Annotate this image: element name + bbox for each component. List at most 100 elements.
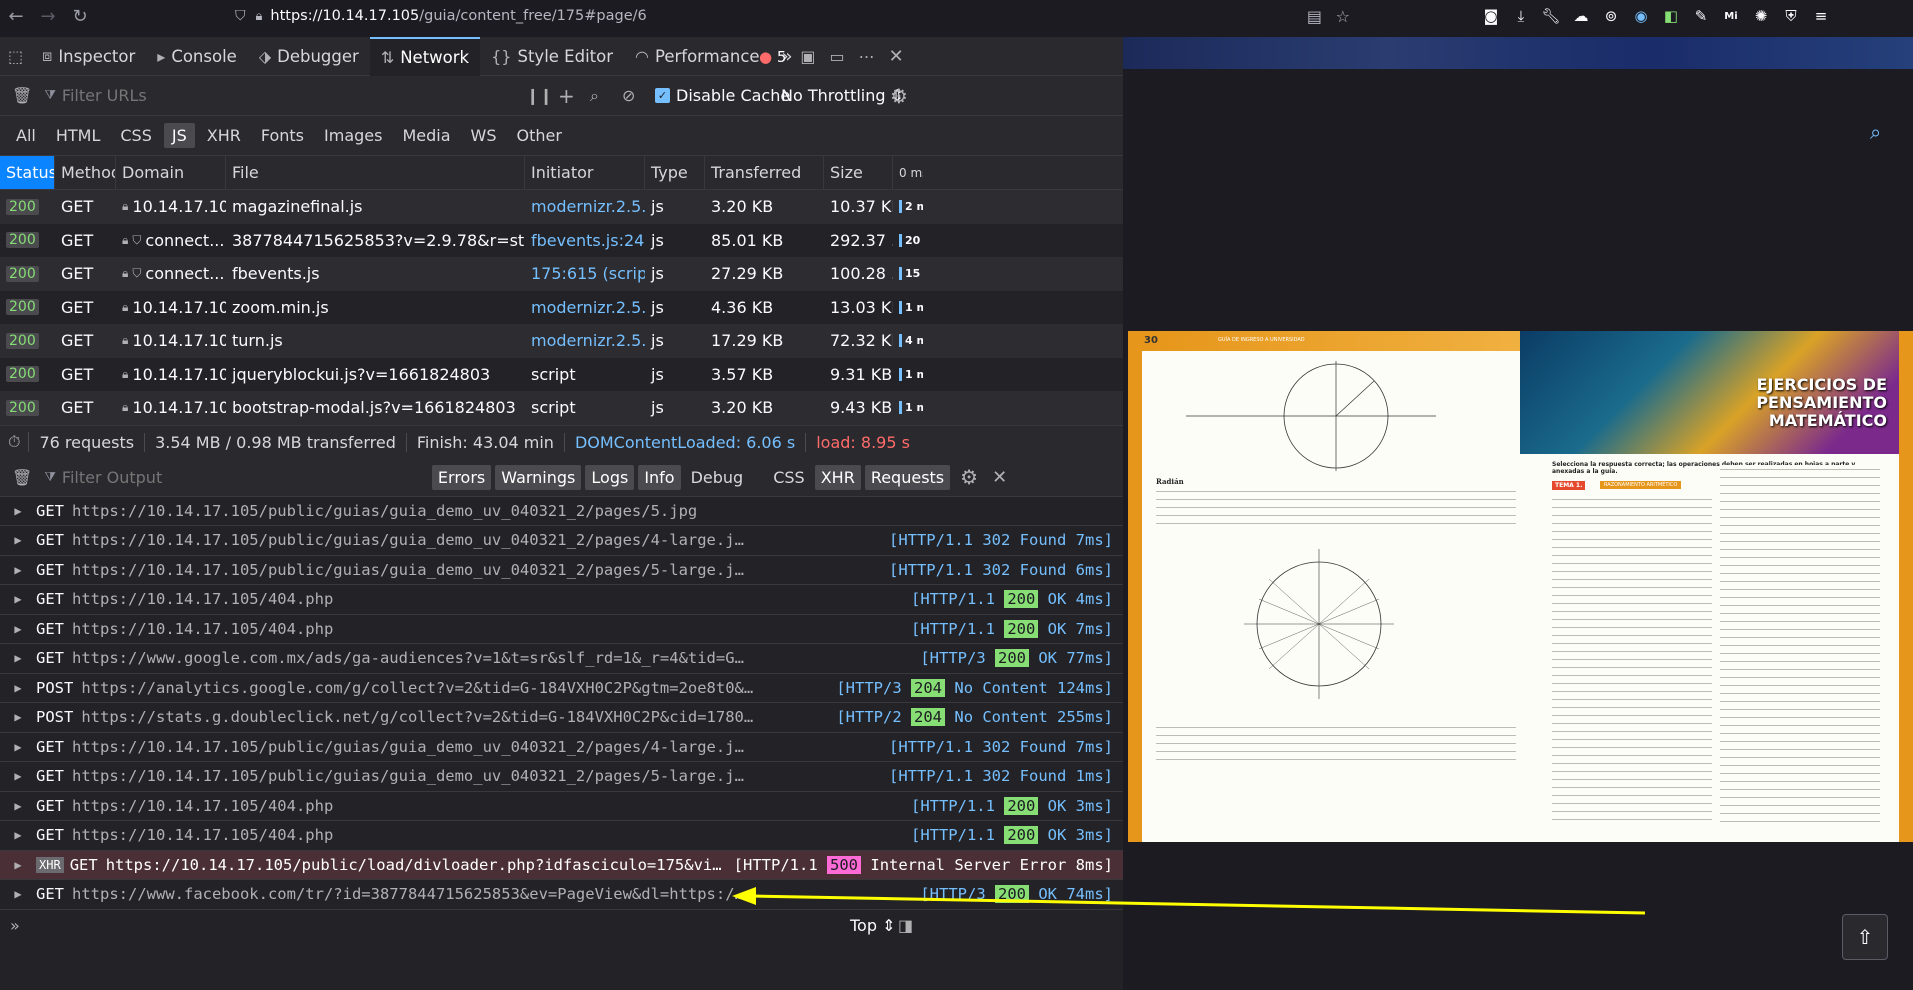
console-filter-logs[interactable]: Logs <box>585 464 635 490</box>
log-url[interactable]: https://10.14.17.105/public/guias/guia_d… <box>72 767 752 785</box>
console-filter-css[interactable]: CSS <box>767 465 810 490</box>
expand-icon[interactable]: ▶ <box>0 887 36 901</box>
console-settings-icon[interactable]: ⚙ <box>960 465 978 489</box>
log-url[interactable]: https://10.14.17.105/public/guias/guia_d… <box>72 531 752 549</box>
table-row[interactable]: 200 GET 🔒︎10.14.17.105 bootstrap-modal.js?v… <box>0 391 1123 425</box>
tab-console[interactable]: ▸ Console <box>146 37 248 76</box>
menu-icon[interactable]: ≡ <box>1810 5 1832 27</box>
log-url[interactable]: https://10.14.17.105/404.php <box>72 826 333 844</box>
console-log-row[interactable]: ▶ GET https://10.14.17.105/public/guias/gu… <box>0 526 1123 556</box>
console-input[interactable]: » Top ⇕ ◨ <box>0 910 1123 942</box>
console-log-row[interactable]: ▶ GET https://www.google.com.mx/ads/ga-aud… <box>0 644 1123 674</box>
download-icon[interactable]: ⤓ <box>1510 5 1532 27</box>
block-icon[interactable]: ⊘ <box>622 86 635 105</box>
type-filter-css[interactable]: CSS <box>112 123 159 148</box>
zoom-icon[interactable]: ⌕ <box>1870 120 1881 144</box>
log-url[interactable]: https://10.14.17.105/404.php <box>72 620 333 638</box>
network-settings-icon[interactable]: ⚙ <box>890 84 908 108</box>
console-filter-xhr[interactable]: XHR <box>814 464 861 490</box>
initiator-cell[interactable]: modernizr.2.5.3.... <box>525 190 645 224</box>
console-filter-requests[interactable]: Requests <box>864 464 951 490</box>
console-log-row[interactable]: ▶ GET https://10.14.17.105/404.php [HTTP/1.… <box>0 792 1123 821</box>
extension-icon[interactable]: ◉ <box>1630 5 1652 27</box>
table-row[interactable]: 200 GET 🔒︎10.14.17.105 magazinefinal.js mode… <box>0 190 1123 224</box>
type-filter-images[interactable]: Images <box>316 123 390 148</box>
console-log-row[interactable]: ▶ POST https://stats.g.doubleclick.net/g/c… <box>0 703 1123 733</box>
column-size[interactable]: Size <box>824 156 893 189</box>
tracking-shield-icon[interactable]: ⛉ <box>235 8 246 24</box>
table-row[interactable]: 200 GET 🔒︎10.14.17.105 zoom.min.js modernizr… <box>0 291 1123 325</box>
pause-icon[interactable]: ❙❙ <box>526 86 553 105</box>
mi-icon[interactable]: Mi <box>1720 5 1742 27</box>
expand-icon[interactable]: ▶ <box>0 504 36 518</box>
pocket-icon[interactable]: ◙ <box>1480 5 1502 27</box>
tab-style-editor[interactable]: {} Style Editor <box>480 37 624 76</box>
console-filter-debug[interactable]: Debug <box>685 465 750 490</box>
console-filter-info[interactable]: Info <box>638 464 681 490</box>
log-url[interactable]: https://10.14.17.105/404.php <box>72 590 333 608</box>
console-log-row[interactable]: ▶ GET https://10.14.17.105/404.php [HTTP/1.… <box>0 585 1123 615</box>
expand-icon[interactable]: ▶ <box>0 710 36 724</box>
reader-view-icon[interactable]: ▤ <box>1307 7 1322 26</box>
type-filter-xhr[interactable]: XHR <box>199 123 249 148</box>
tab-performance[interactable]: ◠ Performance <box>624 37 771 76</box>
clear-console-icon[interactable]: 🗑︎ <box>12 468 32 487</box>
scroll-position-select[interactable]: Top ⇕ <box>850 916 896 935</box>
expand-icon[interactable]: ▶ <box>0 681 36 695</box>
column-transferred[interactable]: Transferred <box>705 156 824 189</box>
type-filter-ws[interactable]: WS <box>463 123 505 148</box>
disable-cache-checkbox[interactable]: ✓ Disable Cache <box>655 86 790 105</box>
tab-network[interactable]: ⇅ Network <box>369 36 481 76</box>
console-log-row[interactable]: ▶ GET https://10.14.17.105/404.php [HTTP/1.… <box>0 615 1123 644</box>
expand-icon[interactable]: ▶ <box>0 651 36 665</box>
error-count-badge[interactable]: ● 5 <box>759 48 786 66</box>
column-waterfall[interactable]: 0 ms <box>893 156 923 189</box>
expand-icon[interactable]: ▶ <box>0 799 36 813</box>
log-url[interactable]: https://www.facebook.com/tr/?id=38778447… <box>72 885 752 903</box>
log-url[interactable]: https://www.google.com.mx/ads/ga-audienc… <box>72 649 752 667</box>
type-filter-media[interactable]: Media <box>394 123 458 148</box>
add-request-icon[interactable]: + <box>558 84 575 108</box>
responsive-design-icon[interactable]: ▭ <box>830 47 845 66</box>
console-filter-errors[interactable]: Errors <box>431 464 492 490</box>
wrench-icon[interactable]: 🔧︎ <box>1540 5 1562 27</box>
initiator-cell[interactable]: 175:615 (script) <box>525 257 645 291</box>
column-domain[interactable]: Domain <box>116 156 226 189</box>
log-url[interactable]: https://stats.g.doubleclick.net/g/collec… <box>81 708 761 726</box>
column-initiator[interactable]: Initiator <box>525 156 645 189</box>
toggle-icon[interactable]: ◧ <box>1660 5 1682 27</box>
pen-icon[interactable]: ✎ <box>1690 5 1712 27</box>
table-row[interactable]: 200 GET 🔒︎10.14.17.105 jqueryblockui.js?v=1… <box>0 358 1123 392</box>
glasses-icon[interactable]: ⊚ <box>1600 5 1622 27</box>
flipbook[interactable]: 30 GUÍA DE INGRESO A UNIVERSIDAD Radián … <box>1128 331 1913 842</box>
scroll-to-top-button[interactable]: ⇧ <box>1842 914 1888 960</box>
expand-icon[interactable]: ▶ <box>0 769 36 783</box>
initiator-cell[interactable]: fbevents.js:24 (s... <box>525 224 645 258</box>
turtle-icon[interactable]: ☁ <box>1570 5 1592 27</box>
console-error-row[interactable]: ▶ XHR GET https://10.14.17.105/public/load/… <box>0 850 1123 880</box>
log-url[interactable]: https://10.14.17.105/public/guias/guia_d… <box>72 738 752 756</box>
tab-debugger[interactable]: ⬗ Debugger <box>248 37 370 76</box>
tab-inspector[interactable]: ⧈ Inspector <box>31 37 146 76</box>
filter-output-input[interactable] <box>61 467 432 487</box>
expand-icon[interactable]: ▶ <box>0 533 36 547</box>
expand-icon[interactable]: ▶ <box>0 592 36 606</box>
log-url[interactable]: https://analytics.google.com/g/collect?v… <box>81 679 761 697</box>
column-method[interactable]: Method <box>55 156 116 189</box>
element-picker-icon[interactable]: ⬚ <box>0 37 31 76</box>
expand-icon[interactable]: ▶ <box>0 622 36 636</box>
initiator-cell[interactable]: modernizr.2.5.3.... <box>525 291 645 325</box>
initiator-cell[interactable]: modernizr.2.5.3.... <box>525 324 645 358</box>
console-log-row[interactable]: ▶ GET https://10.14.17.105/public/guias/gu… <box>0 733 1123 762</box>
expand-icon[interactable]: ▶ <box>0 858 36 872</box>
back-icon[interactable]: ← <box>0 0 32 32</box>
performance-analysis-icon[interactable]: ⏱ <box>0 432 30 452</box>
console-log-row[interactable]: ▶ GET https://10.14.17.105/404.php [HTTP/1.… <box>0 821 1123 851</box>
column-file[interactable]: File <box>226 156 525 189</box>
lock-icon[interactable]: 🔒︎ <box>256 9 263 24</box>
log-url[interactable]: https://10.14.17.105/404.php <box>72 797 333 815</box>
clear-network-icon[interactable]: 🗑︎ <box>12 86 32 105</box>
type-filter-js[interactable]: JS <box>163 123 195 148</box>
log-url[interactable]: https://10.14.17.105/public/guias/guia_d… <box>72 561 752 579</box>
search-icon[interactable]: ⌕ <box>590 86 599 106</box>
